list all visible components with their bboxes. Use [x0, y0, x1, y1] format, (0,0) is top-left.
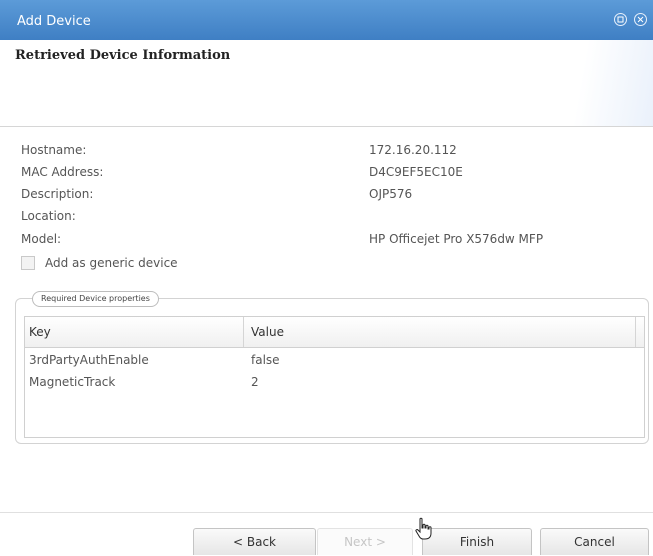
generic-device-label: Add as generic device — [45, 256, 178, 270]
footer-divider — [0, 512, 653, 513]
hand-pointer-icon — [415, 517, 432, 540]
dialog-title: Add Device — [17, 14, 91, 29]
model-value: HP Officejet Pro X576dw MFP — [369, 232, 544, 246]
next-button[interactable]: Next > — [317, 528, 413, 555]
finish-button[interactable]: Finish — [422, 528, 532, 555]
properties-table: Key Value 3rdPartyAuthEnable false Magne… — [24, 316, 645, 438]
description-label: Description: — [21, 187, 94, 201]
required-properties-legend: Required Device properties — [32, 291, 159, 307]
row-key: 3rdPartyAuthEnable — [29, 353, 149, 367]
model-label: Model: — [21, 232, 62, 246]
close-icon[interactable] — [634, 13, 647, 26]
hostname-label: Hostname: — [21, 143, 87, 157]
generic-device-checkbox[interactable] — [21, 256, 35, 270]
location-label: Location: — [21, 209, 76, 223]
wizard-header: Retrieved Device Information — [0, 40, 653, 127]
restore-icon[interactable] — [614, 13, 627, 26]
hostname-value: 172.16.20.112 — [369, 143, 457, 157]
table-row[interactable]: MagneticTrack 2 — [25, 371, 644, 393]
mac-address-label: MAC Address: — [21, 165, 104, 179]
column-header-key[interactable]: Key — [29, 325, 51, 339]
wizard-step-title: Retrieved Device Information — [15, 48, 231, 63]
column-header-value[interactable]: Value — [251, 325, 284, 339]
cancel-button[interactable]: Cancel — [540, 528, 649, 555]
table-row[interactable]: 3rdPartyAuthEnable false — [25, 349, 644, 371]
row-key: MagneticTrack — [29, 375, 116, 389]
row-value: 2 — [251, 375, 259, 389]
column-divider — [243, 317, 244, 347]
row-value: false — [251, 353, 280, 367]
column-divider — [635, 317, 636, 347]
back-button[interactable]: < Back — [193, 528, 316, 555]
mac-address-value: D4C9EF5EC10E — [369, 165, 463, 179]
table-header: Key Value — [25, 317, 644, 348]
dialog-titlebar: Add Device — [0, 0, 653, 40]
description-value: OJP576 — [369, 187, 413, 201]
